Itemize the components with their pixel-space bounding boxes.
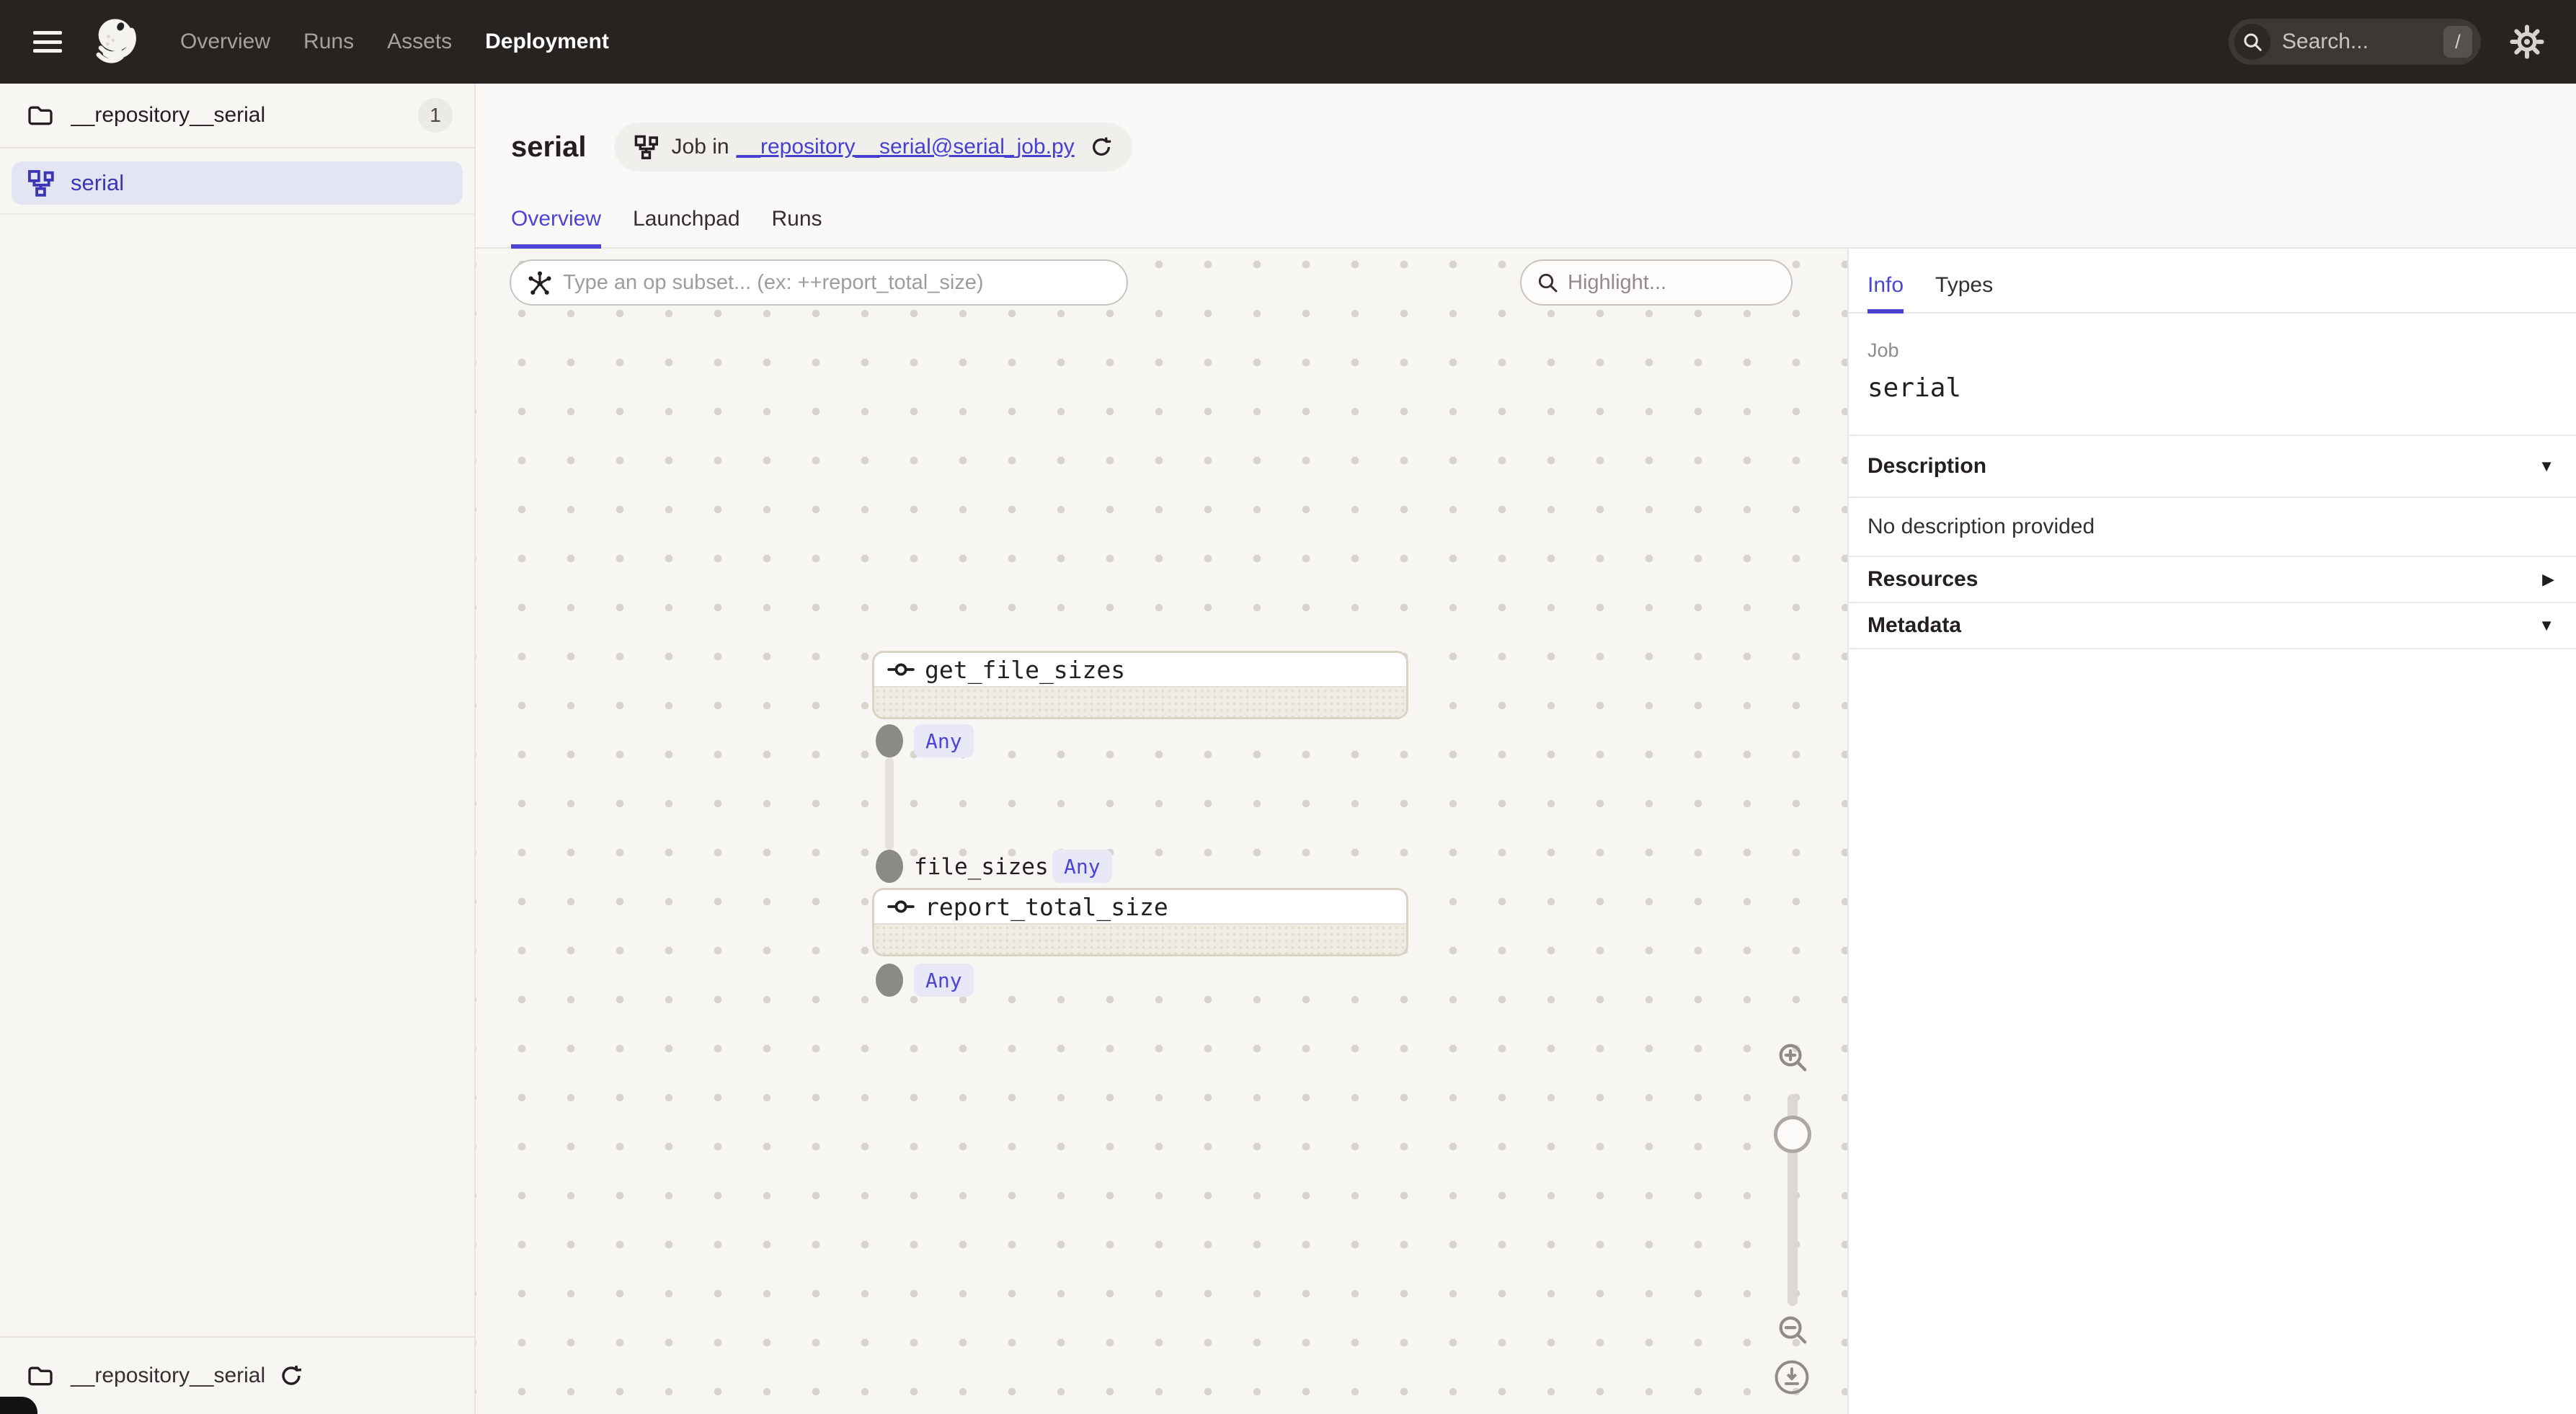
- fit-view-icon[interactable]: [1774, 1359, 1810, 1395]
- op-node-name: report_total_size: [925, 893, 1168, 921]
- input-port-name: file_sizes: [914, 854, 1049, 880]
- panel-tab-types[interactable]: Types: [1935, 273, 1993, 314]
- section-metadata[interactable]: Metadata ▼: [1849, 603, 2576, 648]
- search-icon: [2234, 24, 2270, 60]
- job-summary: Job serial: [1849, 314, 2576, 435]
- nav-item-assets[interactable]: Assets: [387, 30, 452, 54]
- dependency-edge: [885, 757, 894, 850]
- op-node-name: get_file_sizes: [925, 656, 1125, 684]
- search-shortcut-badge: /: [2443, 26, 2472, 58]
- divider: [1849, 648, 2576, 649]
- divider: [0, 213, 474, 215]
- sidebar-item-label: serial: [71, 170, 124, 196]
- search-input[interactable]: [2282, 30, 2443, 54]
- panel-tab-info[interactable]: Info: [1867, 273, 1904, 314]
- primary-nav: Overview Runs Assets Deployment: [180, 30, 609, 54]
- settings-gear-icon[interactable]: [2507, 22, 2547, 62]
- tab-runs[interactable]: Runs: [772, 207, 822, 249]
- top-nav: Overview Runs Assets Deployment /: [0, 0, 2576, 84]
- search-icon: [1536, 271, 1559, 294]
- highlight-filter[interactable]: [1520, 259, 1793, 306]
- job-context-prefix: Job in: [672, 135, 729, 159]
- global-search[interactable]: /: [2229, 19, 2481, 65]
- graph-canvas[interactable]: get_file_sizes Any file_sizes Any: [476, 249, 1847, 1414]
- repository-sidebar: __repository__serial 1 serial: [0, 84, 476, 1414]
- caret-down-icon: ▼: [2539, 616, 2554, 635]
- op-subset-filter[interactable]: [510, 259, 1128, 306]
- caret-down-icon: ▼: [2539, 457, 2554, 476]
- type-badge[interactable]: Any: [1052, 850, 1112, 883]
- job-count-badge: 1: [418, 98, 453, 133]
- zoom-out-icon[interactable]: [1775, 1312, 1811, 1348]
- dagster-app: Overview Runs Assets Deployment /: [0, 0, 2576, 1414]
- job-icon: [26, 168, 56, 198]
- zoom-in-icon[interactable]: [1775, 1039, 1811, 1075]
- job-header: serial Job in __repository__serial@seria…: [476, 84, 2576, 249]
- section-title: Description: [1867, 454, 2539, 479]
- job-overview-content: get_file_sizes Any file_sizes Any: [476, 249, 2576, 1414]
- job-tabs: Overview Launchpad Runs: [511, 207, 822, 249]
- op-node-report-total-size[interactable]: report_total_size: [872, 888, 1408, 956]
- highlight-input[interactable]: [1568, 271, 1777, 295]
- output-port-dot[interactable]: [876, 724, 903, 757]
- info-panel: Info Types Job serial Description ▼ No d…: [1847, 249, 2576, 1414]
- tab-overview[interactable]: Overview: [511, 207, 601, 249]
- op-node-get-file-sizes[interactable]: get_file_sizes: [872, 651, 1408, 719]
- repo-name: __repository__serial: [71, 103, 418, 128]
- footer-repo-name: __repository__serial: [71, 1364, 265, 1388]
- input-port-dot[interactable]: [876, 850, 903, 883]
- op-subset-input[interactable]: [563, 271, 1111, 295]
- caret-right-icon: ▶: [2542, 570, 2554, 589]
- reload-repository-icon[interactable]: [278, 1363, 304, 1389]
- op-selector-icon: [527, 270, 553, 295]
- dagster-logo-icon[interactable]: [89, 14, 144, 69]
- nav-item-runs[interactable]: Runs: [303, 30, 354, 54]
- repo-header[interactable]: __repository__serial 1: [0, 84, 474, 147]
- type-badge[interactable]: Any: [914, 724, 974, 757]
- tab-launchpad[interactable]: Launchpad: [633, 207, 740, 249]
- sidebar-item-serial[interactable]: serial: [12, 161, 463, 205]
- op-icon: [887, 659, 915, 680]
- section-resources[interactable]: Resources ▶: [1849, 557, 2576, 602]
- op-node-config-area: [874, 925, 1406, 954]
- section-title: Resources: [1867, 567, 2542, 592]
- section-title: Metadata: [1867, 613, 2539, 638]
- menu-icon[interactable]: [33, 31, 62, 53]
- job-file-link[interactable]: __repository__serial@serial_job.py: [737, 135, 1075, 159]
- panel-tabs: Info Types: [1849, 249, 2576, 314]
- op-node-config-area: [874, 688, 1406, 717]
- output-port-dot[interactable]: [876, 964, 903, 997]
- op-icon: [887, 896, 915, 917]
- job-label: Job: [1867, 339, 2557, 362]
- job-name: serial: [1867, 373, 2557, 403]
- divider: [0, 147, 474, 148]
- description-body: No description provided: [1849, 498, 2576, 556]
- zoom-slider-handle[interactable]: [1774, 1116, 1811, 1153]
- job-icon: [633, 133, 660, 161]
- page-title: serial: [511, 131, 587, 164]
- nav-item-deployment[interactable]: Deployment: [485, 30, 609, 54]
- folder-icon: [26, 1361, 55, 1390]
- section-description[interactable]: Description ▼: [1849, 436, 2576, 497]
- nav-item-overview[interactable]: Overview: [180, 30, 270, 54]
- refresh-job-icon[interactable]: [1089, 135, 1114, 159]
- sidebar-footer: __repository__serial: [0, 1336, 474, 1414]
- job-context-pill: Job in __repository__serial@serial_job.p…: [614, 123, 1132, 172]
- folder-icon: [26, 101, 55, 130]
- type-badge[interactable]: Any: [914, 964, 974, 997]
